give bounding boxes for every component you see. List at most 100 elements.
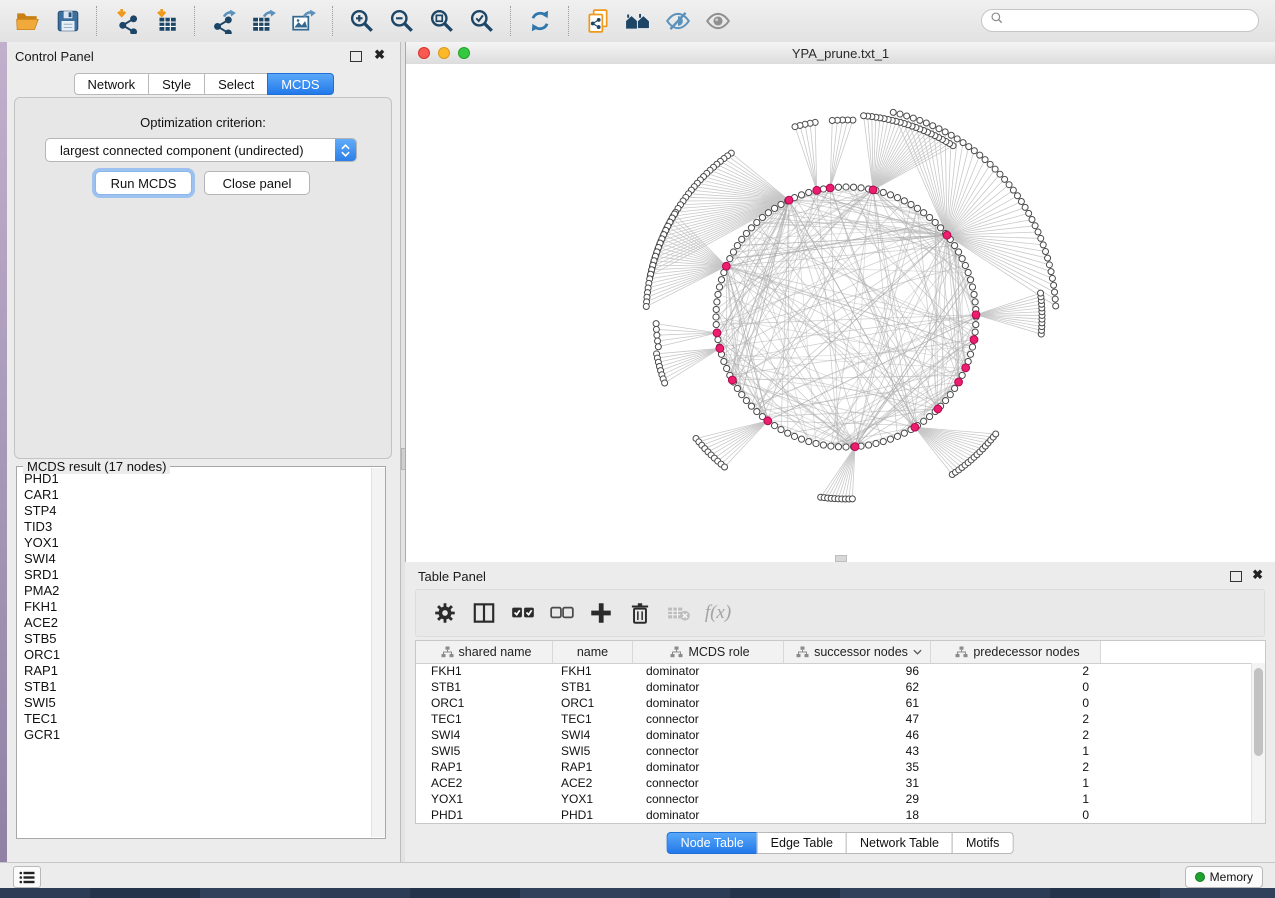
- leaf-node[interactable]: [960, 140, 966, 146]
- ring-node[interactable]: [971, 291, 977, 297]
- ring-node[interactable]: [713, 321, 719, 327]
- tab-mcds[interactable]: MCDS: [267, 73, 333, 95]
- ring-node[interactable]: [813, 440, 819, 446]
- mcds-result-item[interactable]: STB1: [24, 679, 371, 695]
- leaf-node[interactable]: [792, 124, 798, 130]
- leaf-node[interactable]: [1043, 248, 1049, 254]
- ring-node[interactable]: [952, 385, 958, 391]
- hide-graphics-icon[interactable]: [661, 4, 695, 38]
- leaf-node[interactable]: [904, 113, 910, 119]
- mcds-node[interactable]: [869, 186, 877, 194]
- ring-node[interactable]: [739, 236, 745, 242]
- leaf-node[interactable]: [936, 126, 942, 132]
- mcds-node[interactable]: [962, 364, 970, 372]
- mcds-result-item[interactable]: YOX1: [24, 535, 371, 551]
- leaf-node[interactable]: [1040, 242, 1046, 248]
- mcds-result-item[interactable]: CAR1: [24, 487, 371, 503]
- leaf-node[interactable]: [1049, 275, 1055, 281]
- leaf-node[interactable]: [849, 496, 855, 502]
- mcds-node[interactable]: [826, 184, 834, 192]
- export-image-icon[interactable]: [287, 4, 321, 38]
- ring-node[interactable]: [873, 440, 879, 446]
- optimization-criterion-dropdown[interactable]: largest connected component (undirected): [45, 138, 357, 162]
- close-panel-icon[interactable]: ✖: [374, 48, 385, 62]
- float-panel-icon[interactable]: [1230, 571, 1242, 582]
- ring-node[interactable]: [743, 397, 749, 403]
- mcds-result-list[interactable]: PHD1CAR1STP4TID3YOX1SWI4SRD1PMA2FKH1ACE2…: [17, 471, 371, 838]
- leaf-node[interactable]: [1018, 199, 1024, 205]
- leaf-node[interactable]: [1053, 303, 1059, 309]
- leaf-node[interactable]: [997, 171, 1003, 177]
- mcds-node[interactable]: [934, 405, 942, 413]
- leaf-node[interactable]: [910, 115, 916, 121]
- table-row[interactable]: SWI4SWI4dominator462: [416, 727, 1252, 743]
- table-row[interactable]: STB1STB1dominator620: [416, 679, 1252, 695]
- mcds-list-scrollbar[interactable]: [371, 468, 385, 837]
- ring-node[interactable]: [843, 444, 849, 450]
- ring-node[interactable]: [718, 277, 724, 283]
- ring-node[interactable]: [748, 403, 754, 409]
- zoom-out-icon[interactable]: [385, 4, 419, 38]
- scrollbar-thumb[interactable]: [1254, 668, 1263, 756]
- task-history-button[interactable]: [13, 866, 41, 888]
- column-header-shared-name[interactable]: shared name: [416, 641, 553, 663]
- export-table-icon[interactable]: [247, 4, 281, 38]
- ring-node[interactable]: [926, 413, 932, 419]
- ring-node[interactable]: [969, 344, 975, 350]
- ring-node[interactable]: [771, 423, 777, 429]
- show-graphics-icon[interactable]: [701, 4, 735, 38]
- ring-node[interactable]: [754, 219, 760, 225]
- ring-node[interactable]: [947, 392, 953, 398]
- mcds-result-item[interactable]: SWI5: [24, 695, 371, 711]
- ring-node[interactable]: [887, 436, 893, 442]
- mcds-result-item[interactable]: PHD1: [24, 471, 371, 487]
- mcds-result-item[interactable]: ACE2: [24, 615, 371, 631]
- ring-node[interactable]: [965, 269, 971, 275]
- leaf-node[interactable]: [1010, 187, 1016, 193]
- mcds-node[interactable]: [970, 336, 978, 344]
- close-panel-button[interactable]: Close panel: [204, 171, 310, 195]
- ring-node[interactable]: [785, 430, 791, 436]
- ring-node[interactable]: [937, 225, 943, 231]
- leaf-node[interactable]: [1029, 216, 1035, 222]
- leaf-node[interactable]: [1035, 229, 1041, 235]
- ring-node[interactable]: [887, 192, 893, 198]
- ring-node[interactable]: [901, 198, 907, 204]
- import-network-icon[interactable]: [109, 4, 143, 38]
- tab-style[interactable]: Style: [148, 73, 205, 95]
- leaf-node[interactable]: [654, 332, 660, 338]
- ring-node[interactable]: [843, 184, 849, 190]
- refresh-icon[interactable]: [523, 4, 557, 38]
- leaf-node[interactable]: [942, 129, 948, 135]
- leaf-node[interactable]: [971, 148, 977, 154]
- export-network-icon[interactable]: [207, 4, 241, 38]
- unselect-all-columns-icon[interactable]: [549, 600, 575, 626]
- ring-node[interactable]: [894, 195, 900, 201]
- mcds-node[interactable]: [813, 186, 821, 194]
- search-box[interactable]: [981, 9, 1259, 32]
- ring-node[interactable]: [942, 397, 948, 403]
- leaf-node[interactable]: [992, 166, 998, 172]
- horizontal-splitter-handle[interactable]: [835, 555, 847, 562]
- ring-node[interactable]: [820, 186, 826, 192]
- ring-node[interactable]: [714, 299, 720, 305]
- mcds-node[interactable]: [972, 311, 980, 319]
- ring-node[interactable]: [972, 329, 978, 335]
- mcds-node[interactable]: [713, 329, 721, 337]
- ring-node[interactable]: [739, 392, 745, 398]
- ring-node[interactable]: [771, 205, 777, 211]
- ring-node[interactable]: [759, 214, 765, 220]
- leaf-node[interactable]: [643, 304, 649, 310]
- ring-node[interactable]: [724, 365, 730, 371]
- table-row[interactable]: SWI5SWI5connector431: [416, 743, 1252, 759]
- leaf-node[interactable]: [987, 161, 993, 167]
- leaf-node[interactable]: [1046, 262, 1052, 268]
- ring-node[interactable]: [858, 185, 864, 191]
- mcds-result-item[interactable]: ORC1: [24, 647, 371, 663]
- mcds-result-item[interactable]: SWI4: [24, 551, 371, 567]
- leaf-node[interactable]: [1002, 176, 1008, 182]
- run-mcds-button[interactable]: Run MCDS: [95, 171, 192, 195]
- mcds-node[interactable]: [722, 262, 730, 270]
- leaf-node[interactable]: [655, 338, 661, 344]
- ring-node[interactable]: [962, 262, 968, 268]
